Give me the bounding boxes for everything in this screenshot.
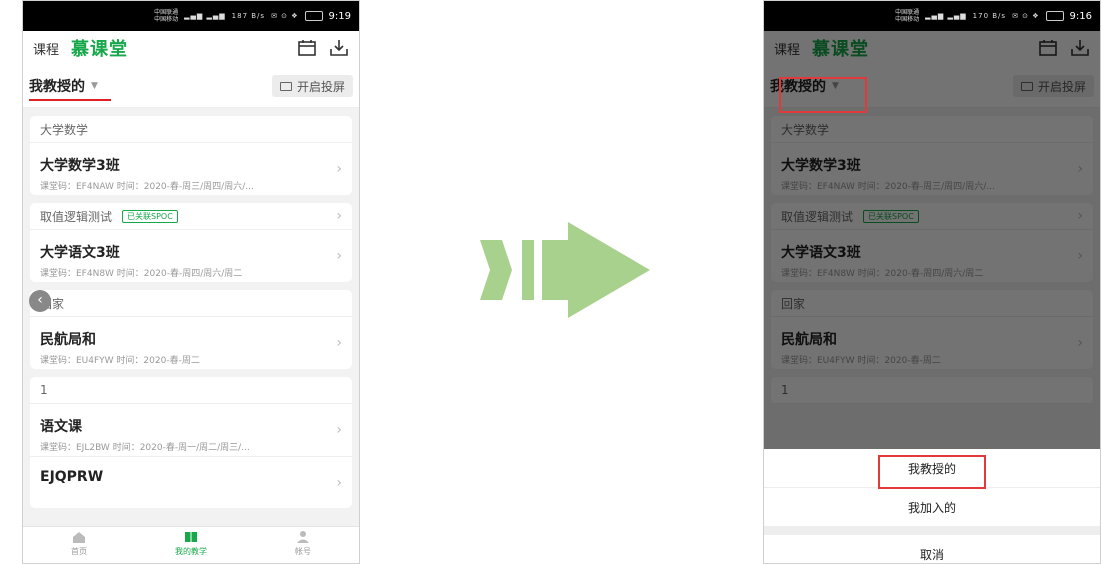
arrow-chevron-shape xyxy=(480,240,512,300)
group-header: 回家 xyxy=(30,290,352,317)
course-meta: 课堂码：EU4FYW 时间：2020-春-周二 xyxy=(40,356,200,366)
course-meta: 课堂码：EF4N8W 时间：2020-春-周四/周六/周二 xyxy=(40,269,243,279)
chevron-right-icon: › xyxy=(336,248,342,264)
clock: 9:16 xyxy=(1069,10,1092,22)
status-icons: ✉ ⊙ ❖ xyxy=(1012,12,1040,20)
screen-icon xyxy=(279,81,292,91)
chevron-right-icon: › xyxy=(336,161,342,177)
group-header: 大学数学 xyxy=(30,116,352,143)
filter-underline xyxy=(29,99,111,101)
course-item[interactable]: 大学语文3班 课堂码：EF4N8W 时间：2020-春-周四/周六/周二 › xyxy=(30,230,352,282)
right-phone-screen: 中国联通中国移动 ▂▄▆ ▂▄▆ 170 B/s ✉ ⊙ ❖ 9:16 课程 慕… xyxy=(763,0,1101,564)
download-icon[interactable] xyxy=(329,39,349,57)
chevron-right-icon: › xyxy=(336,422,342,438)
filter-bar: 我教授的 ▼ 开启投屏 xyxy=(23,65,359,108)
highlight-box-option xyxy=(878,455,986,489)
battery-icon xyxy=(1045,11,1064,21)
course-group-card: 1 语文课 课堂码：EJL2BW 时间：2020-春-周一/周二/周三/... … xyxy=(30,377,352,508)
chevron-down-icon[interactable]: ▼ xyxy=(91,81,98,91)
course-item[interactable]: EJQPRW › xyxy=(30,456,352,508)
chevron-right-icon: › xyxy=(336,208,342,224)
course-item[interactable]: 民航局和 课堂码：EU4FYW 时间：2020-春-周二 › xyxy=(30,317,352,369)
course-item[interactable]: 大学数学3班 课堂码：EF4NAW 时间：2020-春-周三/周四/周六/...… xyxy=(30,143,352,195)
option-joined[interactable]: 我加入的 xyxy=(764,488,1100,527)
spoc-badge: 已关联SPOC xyxy=(122,209,178,223)
course-item[interactable]: 语文课 课堂码：EJL2BW 时间：2020-春-周一/周二/周三/... › xyxy=(30,404,352,456)
course-list: 大学数学 大学数学3班 课堂码：EF4NAW 时间：2020-春-周三/周四/周… xyxy=(23,116,359,508)
network-speed: 170 B/s xyxy=(972,12,1007,20)
app-bar: 课程 慕课堂 xyxy=(23,31,359,65)
course-name: 大学语文3班 xyxy=(40,245,120,261)
status-bar: 中国联通 中国移动 ▂▄▆ ▂▄▆ 187 B/s ✉ ⊙ ❖ 9:19 xyxy=(23,1,359,31)
signal-icon: ▂▄▆ ▂▄▆ xyxy=(184,12,226,20)
course-meta: 课堂码：EJL2BW 时间：2020-春-周一/周二/周三/... xyxy=(40,443,250,453)
left-phone-screen: 中国联通 中国移动 ▂▄▆ ▂▄▆ 187 B/s ✉ ⊙ ❖ 9:19 课程 慕… xyxy=(22,0,360,564)
group-header[interactable]: 取值逻辑测试 已关联SPOC › xyxy=(30,203,352,230)
network-speed: 187 B/s xyxy=(231,12,266,20)
status-icons: ✉ ⊙ ❖ xyxy=(271,12,299,20)
user-icon xyxy=(297,531,309,543)
battery-icon xyxy=(304,11,323,21)
back-bubble-button[interactable]: ‹ xyxy=(29,290,51,312)
course-name: 大学数学3班 xyxy=(40,158,120,174)
nav-tab-home[interactable]: 首页 xyxy=(23,527,135,563)
bottom-nav: 首页 我的教学 帐号 xyxy=(23,526,359,563)
chevron-right-icon: › xyxy=(336,474,342,491)
projection-button[interactable]: 开启投屏 xyxy=(271,75,353,97)
course-name: EJQPRW xyxy=(40,469,104,485)
clock: 9:19 xyxy=(328,10,351,22)
status-bar: 中国联通 中国移动 ▂▄▆ ▂▄▆ 170 B/s ✉ ⊙ ❖ 9:16 xyxy=(764,1,1100,31)
course-label: 课程 xyxy=(33,42,60,58)
course-name: 语文课 xyxy=(40,419,82,435)
carrier-info: 中国联通 中国移动 xyxy=(154,9,179,23)
course-filter-select[interactable]: 我教授的 xyxy=(29,76,85,96)
course-group-card: 回家 民航局和 课堂码：EU4FYW 时间：2020-春-周二 › xyxy=(30,290,352,369)
course-group-card: 取值逻辑测试已关联SPOC› 大学语文3班 课堂码：EF4N8W 时间：2020… xyxy=(30,203,352,282)
sheet-divider xyxy=(764,527,1100,535)
transition-arrow-icon xyxy=(480,222,650,318)
nav-tab-my-teaching[interactable]: 我的教学 xyxy=(135,527,247,563)
carrier-info: 中国联通 中国移动 xyxy=(895,9,920,23)
cancel-button[interactable]: 取消 xyxy=(764,535,1100,563)
home-icon xyxy=(73,532,85,543)
course-name: 民航局和 xyxy=(40,332,96,348)
group-header: 1 xyxy=(30,377,352,404)
arrow-head-shape xyxy=(542,222,650,318)
course-group-card: 大学数学 大学数学3班 课堂码：EF4NAW 时间：2020-春-周三/周四/周… xyxy=(30,116,352,195)
app-brand: 慕课堂 xyxy=(71,39,129,60)
signal-icon: ▂▄▆ ▂▄▆ xyxy=(925,12,967,20)
arrow-bar-shape xyxy=(522,240,534,300)
nav-tab-account[interactable]: 帐号 xyxy=(247,527,359,563)
book-icon xyxy=(185,532,197,542)
course-meta: 课堂码：EF4NAW 时间：2020-春-周三/周四/周六/... xyxy=(40,182,254,192)
calendar-icon[interactable] xyxy=(297,39,317,57)
highlight-box-filter xyxy=(779,77,867,113)
chevron-right-icon: › xyxy=(336,335,342,351)
